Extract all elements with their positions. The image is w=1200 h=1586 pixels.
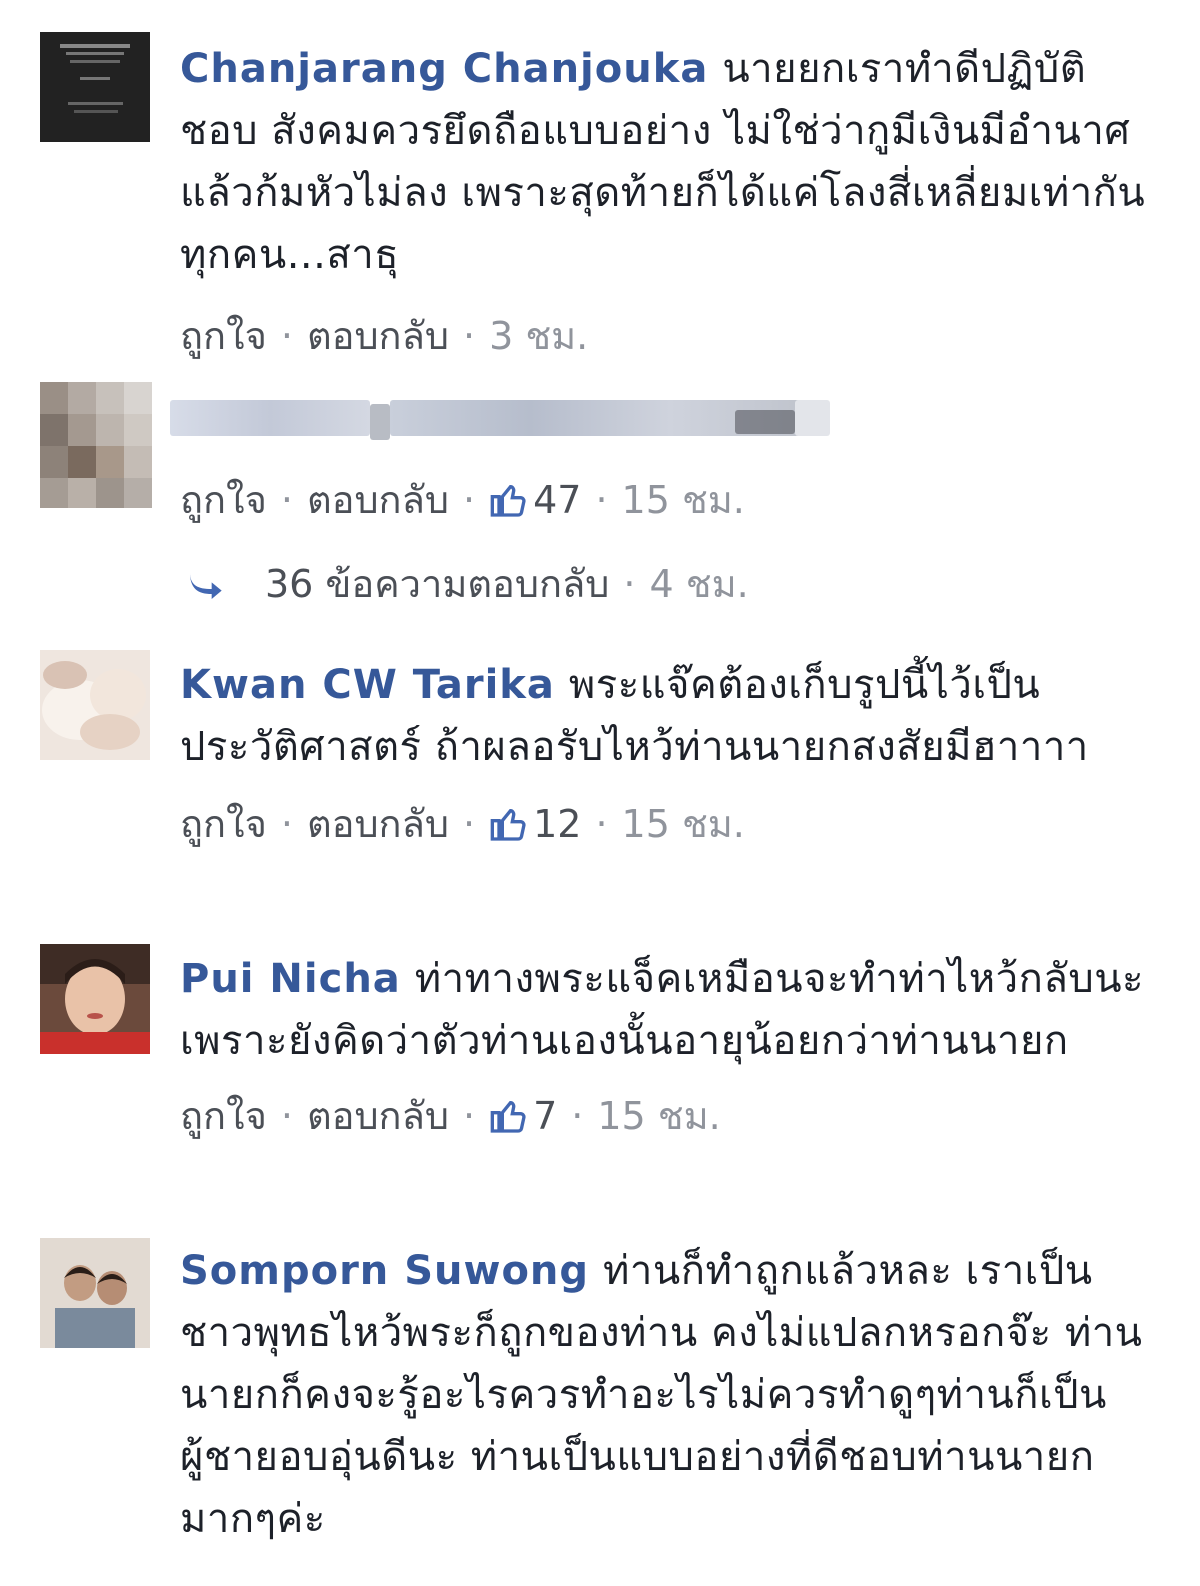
like-count[interactable]: 12 bbox=[489, 794, 581, 854]
separator-dot: · bbox=[280, 478, 293, 522]
comment-time[interactable]: 15 ชม. bbox=[622, 794, 745, 854]
comment-author[interactable]: Chanjarang Chanjouka bbox=[180, 46, 708, 92]
comment-actions: ถูกใจ · ตอบกลับ · 12 · 15 ชม. bbox=[180, 794, 1160, 854]
like-count-value: 47 bbox=[533, 478, 582, 522]
view-replies-link[interactable]: 36 ข้อความตอบกลับ · 4 ชม. bbox=[185, 554, 749, 614]
separator-dot: · bbox=[280, 802, 293, 846]
comment-text-block: Pui Nicha ท่าทางพระแจ็คเหมือนจะทำท่าไหว้ก… bbox=[180, 948, 1160, 1072]
separator-dot: · bbox=[595, 802, 608, 846]
reply-arrow-icon bbox=[190, 572, 222, 599]
like-count[interactable]: 7 bbox=[489, 1086, 557, 1146]
avatar-image bbox=[40, 382, 152, 508]
separator-dot: · bbox=[595, 478, 608, 522]
thumbs-up-icon bbox=[490, 808, 526, 841]
avatar-image bbox=[40, 32, 150, 142]
thumbs-up-icon bbox=[490, 484, 526, 517]
separator-dot: · bbox=[623, 562, 636, 606]
comment-author[interactable]: Pui Nicha bbox=[180, 956, 401, 1002]
separator-dot: · bbox=[280, 314, 293, 358]
comment-actions: ถูกใจ · ตอบกลับ · 3 ชม. bbox=[180, 306, 1160, 366]
avatar-image bbox=[40, 944, 150, 1054]
like-count-value: 7 bbox=[533, 1094, 558, 1138]
like-link[interactable]: ถูกใจ bbox=[180, 306, 267, 366]
avatar-pui[interactable] bbox=[40, 944, 150, 1054]
separator-dot: · bbox=[280, 1094, 293, 1138]
like-count[interactable]: 47 bbox=[489, 470, 581, 530]
reply-link[interactable]: ตอบกลับ bbox=[307, 470, 449, 530]
like-link[interactable]: ถูกใจ bbox=[180, 1086, 267, 1146]
comment-text-block: Chanjarang Chanjouka นายยกเราทำดีปฏิบัติช… bbox=[180, 38, 1160, 286]
separator-dot: · bbox=[571, 1094, 584, 1138]
avatar-kwan[interactable] bbox=[40, 650, 150, 760]
like-link[interactable]: ถูกใจ bbox=[180, 794, 267, 854]
comment-text-block: Kwan CW Tarika พระแจ๊คต้องเก็บรูปนี้ไว้เป… bbox=[180, 654, 1160, 778]
comment-actions: ถูกใจ · ตอบกลับ · 7 · 15 ชม. bbox=[180, 1086, 1160, 1146]
reply-link[interactable]: ตอบกลับ bbox=[307, 794, 449, 854]
replies-time: 4 ชม. bbox=[649, 562, 749, 606]
comment-author[interactable]: Kwan CW Tarika bbox=[180, 662, 555, 708]
avatar-image bbox=[40, 650, 150, 760]
comment-actions: ถูกใจ · ตอบกลับ · 47 · 15 ชม. bbox=[180, 470, 1160, 530]
avatar-image bbox=[40, 1238, 150, 1348]
like-count-value: 12 bbox=[533, 802, 582, 846]
reply-link[interactable]: ตอบกลับ bbox=[307, 306, 449, 366]
comment-time[interactable]: 15 ชม. bbox=[622, 470, 745, 530]
comment-time[interactable]: 15 ชม. bbox=[597, 1086, 720, 1146]
separator-dot: · bbox=[462, 314, 476, 358]
separator-dot: · bbox=[462, 478, 476, 522]
separator-dot: · bbox=[462, 1094, 476, 1138]
thumbs-up-icon bbox=[490, 1100, 526, 1133]
avatar-chanjarang[interactable] bbox=[40, 32, 150, 142]
reply-link[interactable]: ตอบกลับ bbox=[307, 1086, 449, 1146]
comment-time[interactable]: 3 ชม. bbox=[489, 306, 588, 366]
replies-count-label: 36 ข้อความตอบกลับ bbox=[265, 562, 610, 606]
avatar-somporn[interactable] bbox=[40, 1238, 150, 1348]
comment-text-block: Somporn Suwong ท่านก็ทำถูกแล้วหละ เราเป็น… bbox=[180, 1240, 1160, 1550]
comment-author[interactable]: Somporn Suwong bbox=[180, 1248, 589, 1294]
like-link[interactable]: ถูกใจ bbox=[180, 470, 267, 530]
avatar-blurred[interactable] bbox=[40, 382, 152, 508]
separator-dot: · bbox=[462, 802, 476, 846]
